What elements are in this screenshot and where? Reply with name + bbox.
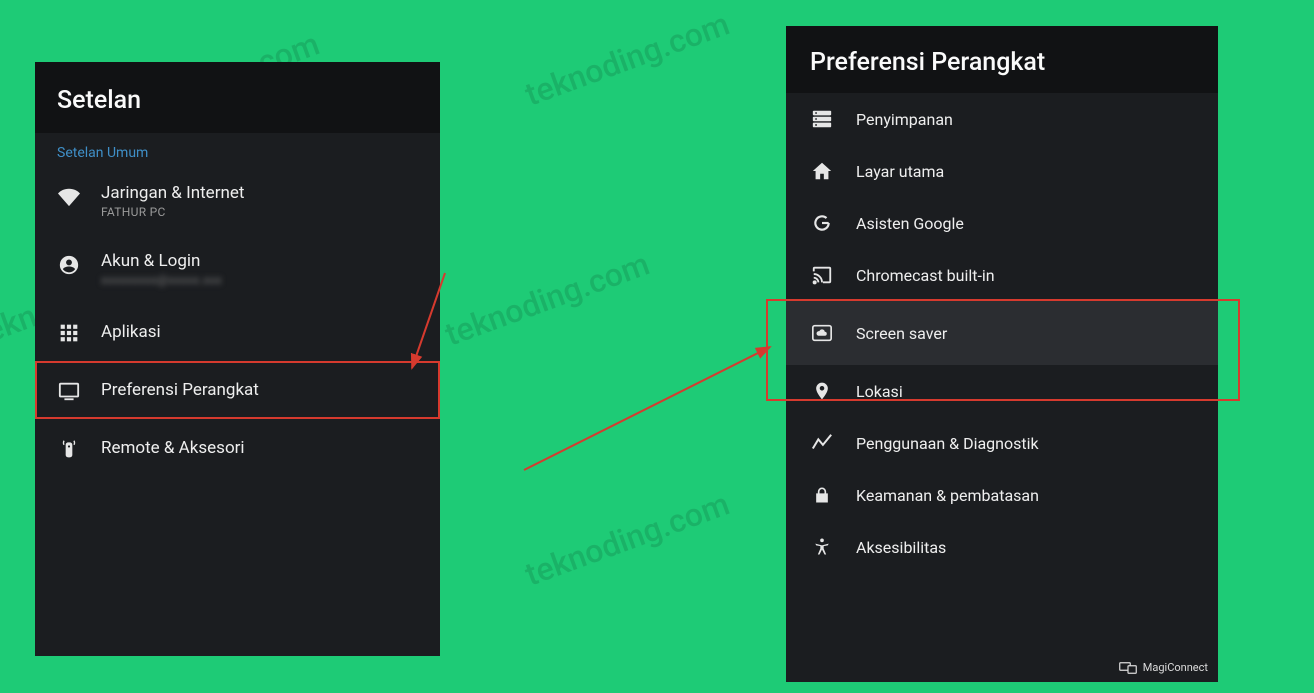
wifi-icon — [57, 185, 81, 209]
menu-item-label: Remote & Aksesori — [101, 438, 245, 458]
settings-panel-right: Preferensi Perangkat Penyimpanan Layar u… — [786, 26, 1218, 682]
menu-item-label: Lokasi — [856, 382, 903, 401]
tv-monitor-icon — [57, 379, 81, 403]
remote-icon — [57, 437, 81, 461]
menu-item-usage[interactable]: Penggunaan & Diagnostik — [786, 417, 1218, 469]
menu-item-label: Keamanan & pembatasan — [856, 486, 1039, 505]
watermark-text: teknoding.com — [440, 245, 654, 354]
menu-item-label: Aplikasi — [101, 322, 161, 342]
right-panel-title: Preferensi Perangkat — [786, 26, 1218, 93]
menu-item-label: Akun & Login — [101, 251, 222, 271]
menu-item-account[interactable]: Akun & Login xxxxxxxxx@xxxxx.xxx — [35, 235, 440, 303]
menu-item-sublabel-redacted: xxxxxxxxx@xxxxx.xxx — [101, 273, 222, 287]
menu-item-storage[interactable]: Penyimpanan — [786, 93, 1218, 145]
menu-item-location[interactable]: Lokasi — [786, 365, 1218, 417]
account-icon — [57, 253, 81, 277]
magiconnect-label: MagiConnect — [1143, 661, 1208, 674]
menu-item-label: Layar utama — [856, 162, 944, 181]
menu-item-accessibility[interactable]: Aksesibilitas — [786, 521, 1218, 573]
menu-item-apps[interactable]: Aplikasi — [35, 303, 440, 361]
menu-item-sublabel: FATHUR PC — [101, 205, 244, 219]
timeline-icon — [810, 431, 834, 455]
home-icon — [810, 159, 834, 183]
menu-item-device-preferences[interactable]: Preferensi Perangkat — [35, 361, 440, 419]
watermark-text: teknoding.com — [520, 485, 734, 594]
settings-panel-left: Setelan Setelan Umum Jaringan & Internet… — [35, 62, 440, 656]
menu-item-label: Preferensi Perangkat — [101, 380, 259, 400]
location-pin-icon — [810, 379, 834, 403]
menu-item-assistant[interactable]: Asisten Google — [786, 197, 1218, 249]
magiconnect-icon — [1119, 662, 1137, 674]
google-g-icon — [810, 211, 834, 235]
menu-item-label: Aksesibilitas — [856, 538, 946, 557]
watermark-text: teknoding.com — [520, 5, 734, 114]
menu-item-label: Penggunaan & Diagnostik — [856, 434, 1039, 453]
menu-item-screensaver[interactable]: Screen saver — [786, 301, 1218, 365]
arrow-to-screensaver — [524, 347, 770, 470]
menu-item-security[interactable]: Keamanan & pembatasan — [786, 469, 1218, 521]
storage-icon — [810, 107, 834, 131]
menu-item-label: Chromecast built-in — [856, 266, 995, 285]
left-panel-title: Setelan — [35, 62, 440, 133]
section-label-general: Setelan Umum — [35, 133, 440, 167]
cast-icon — [810, 263, 834, 287]
accessibility-icon — [810, 535, 834, 559]
menu-item-chromecast[interactable]: Chromecast built-in — [786, 249, 1218, 301]
menu-item-label: Penyimpanan — [856, 110, 953, 129]
apps-grid-icon — [57, 321, 81, 345]
menu-item-label: Screen saver — [856, 324, 947, 343]
screensaver-cloud-icon — [810, 321, 834, 345]
menu-item-label: Jaringan & Internet — [101, 183, 244, 203]
lock-icon — [810, 483, 834, 507]
menu-item-label: Asisten Google — [856, 214, 964, 233]
menu-item-home[interactable]: Layar utama — [786, 145, 1218, 197]
menu-item-network[interactable]: Jaringan & Internet FATHUR PC — [35, 167, 440, 235]
menu-item-remote[interactable]: Remote & Aksesori — [35, 419, 440, 477]
magiconnect-badge: MagiConnect — [1115, 659, 1212, 676]
